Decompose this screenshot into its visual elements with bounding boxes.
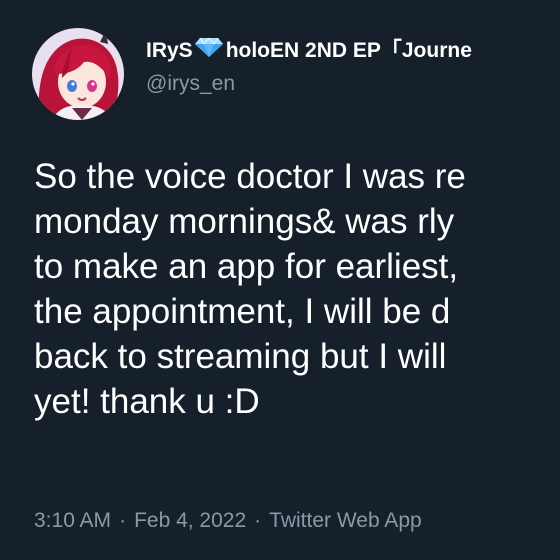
tweet-text-line: to make an app for earliest, [34,247,459,286]
tweet-time[interactable]: 3:10 AM [34,509,111,532]
tweet-text-line: back to streaming but I will [34,337,447,376]
user-handle[interactable]: @irys_en [146,70,560,98]
author-info: IRyS holoEN 2ND EP「Journe @irys_en [146,36,560,98]
meta-separator: · [254,509,262,532]
tweet-card: IRyS holoEN 2ND EP「Journe @irys_en So th… [0,0,560,560]
tweet-text-line: the appointment, I will be d [34,292,451,331]
tweet-date[interactable]: Feb 4, 2022 [134,509,246,532]
tweet-text-line: monday mornings& was rly [34,202,455,241]
tweet-source[interactable]: Twitter Web App [269,509,422,532]
tweet-meta: 3:10 AM · Feb 4, 2022 · Twitter Web App [34,506,422,536]
avatar[interactable] [32,28,124,120]
tweet-text: So the voice doctor I was re monday morn… [34,154,560,424]
gem-icon [194,36,224,66]
display-name-suffix: holoEN 2ND EP「Journe [225,39,472,62]
display-name-prefix: IRyS [146,39,193,62]
display-name[interactable]: IRyS holoEN 2ND EP「Journe [146,36,560,66]
tweet-text-line: yet! thank u :D [34,382,260,421]
meta-separator: · [119,509,127,532]
avatar-image [32,28,124,120]
tweet-text-line: So the voice doctor I was re [34,157,466,196]
